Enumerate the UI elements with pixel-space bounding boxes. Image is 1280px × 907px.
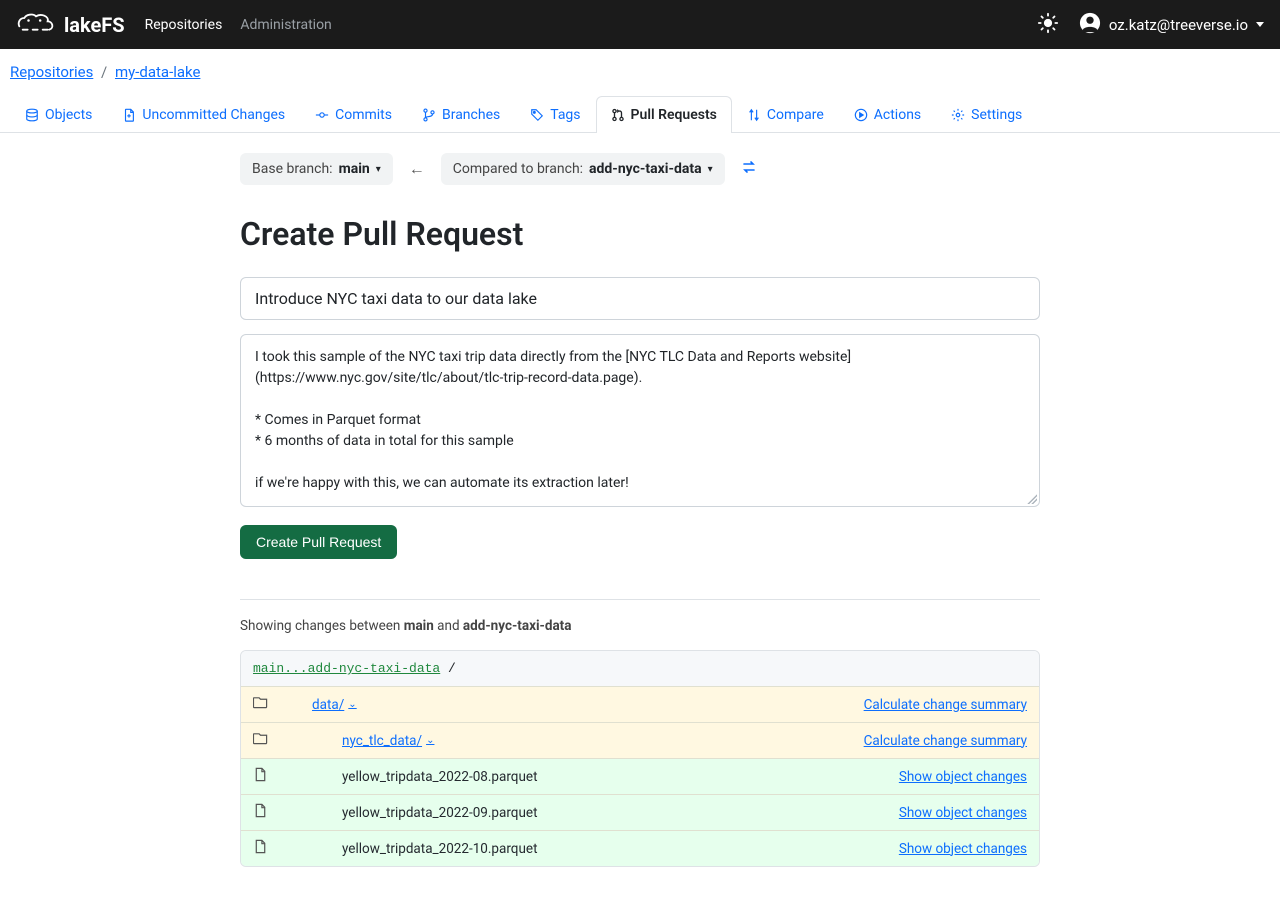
- nav-links: Repositories Administration: [145, 17, 332, 33]
- chevron-down-icon: ▾: [376, 164, 381, 175]
- diff-path-suffix: /: [440, 661, 456, 676]
- chevron-down-icon: ⌄: [426, 735, 434, 746]
- calculate-summary-link[interactable]: Calculate change summary: [864, 733, 1027, 749]
- breadcrumb-root[interactable]: Repositories: [10, 63, 93, 81]
- tab-objects[interactable]: Objects: [10, 96, 107, 133]
- tab-label: Compare: [767, 107, 824, 123]
- page-title: Create Pull Request: [240, 215, 1040, 253]
- pr-description-textarea[interactable]: I took this sample of the NYC taxi trip …: [240, 334, 1040, 507]
- diff-file-name: yellow_tripdata_2022-09.parquet: [342, 805, 538, 821]
- tab-commits[interactable]: Commits: [300, 96, 407, 133]
- diff-summary-and: and: [434, 618, 463, 634]
- diff-summary-base: main: [404, 618, 434, 634]
- nav-repositories[interactable]: Repositories: [145, 17, 223, 33]
- base-branch-value: main: [339, 161, 370, 177]
- navbar-right: oz.katz@treeverse.io: [1037, 12, 1264, 38]
- divider: [240, 599, 1040, 600]
- user-avatar-icon: [1079, 12, 1101, 38]
- diff-row-left: yellow_tripdata_2022-10.parquet: [253, 839, 538, 858]
- diff-file-row: yellow_tripdata_2022-09.parquet Show obje…: [241, 794, 1039, 830]
- diff-file-row: yellow_tripdata_2022-10.parquet Show obje…: [241, 830, 1039, 866]
- chevron-down-icon: ⌄: [348, 699, 356, 710]
- tab-label: Objects: [45, 107, 92, 123]
- diff-summary-compare: add-nyc-taxi-data: [463, 618, 572, 634]
- breadcrumb: Repositories / my-data-lake: [0, 49, 1280, 95]
- show-changes-link[interactable]: Show object changes: [899, 841, 1027, 857]
- pr-title-input[interactable]: Introduce NYC taxi data to our data lake: [240, 277, 1040, 320]
- folder-icon: [253, 695, 268, 714]
- diff-header: main...add-nyc-taxi-data /: [241, 651, 1039, 686]
- file-icon: [253, 803, 268, 822]
- tab-settings[interactable]: Settings: [936, 96, 1037, 133]
- arrow-left-icon: ←: [409, 159, 425, 179]
- diff-file-row: yellow_tripdata_2022-08.parquet Show obje…: [241, 758, 1039, 794]
- chevron-down-icon: ▾: [708, 164, 713, 175]
- breadcrumb-repo[interactable]: my-data-lake: [115, 63, 200, 81]
- tab-label: Settings: [971, 107, 1022, 123]
- diff-summary-prefix: Showing changes between: [240, 618, 404, 634]
- base-branch-selector[interactable]: Base branch: main ▾: [240, 153, 393, 185]
- tab-pull-requests[interactable]: Pull Requests: [596, 96, 732, 133]
- file-icon: [253, 767, 268, 786]
- breadcrumb-separator: /: [101, 63, 107, 81]
- diff-ref-link[interactable]: main...add-nyc-taxi-data: [253, 661, 440, 676]
- tab-label: Tags: [550, 107, 580, 123]
- diff-folder-row: data/⌄ Calculate change summary: [241, 686, 1039, 722]
- branch-selector-row: Base branch: main ▾ ← Compared to branch…: [240, 153, 1040, 185]
- navbar: lakeFS Repositories Administration oz.ka…: [0, 0, 1280, 49]
- navbar-left: lakeFS Repositories Administration: [16, 11, 332, 39]
- compare-branch-selector[interactable]: Compared to branch: add-nyc-taxi-data ▾: [441, 153, 725, 185]
- repo-tabs: Objects Uncommitted Changes Commits Bran…: [0, 95, 1280, 133]
- create-pr-button[interactable]: Create Pull Request: [240, 525, 397, 559]
- diff-folder-name[interactable]: nyc_tlc_data/⌄: [342, 733, 434, 749]
- chevron-down-icon: [1256, 22, 1264, 27]
- tab-label: Pull Requests: [631, 107, 717, 123]
- diff-row-left: data/⌄: [253, 695, 357, 714]
- tab-label: Uncommitted Changes: [142, 107, 285, 123]
- calculate-summary-link[interactable]: Calculate change summary: [864, 697, 1027, 713]
- diff-file-name: yellow_tripdata_2022-08.parquet: [342, 769, 538, 785]
- user-menu[interactable]: oz.katz@treeverse.io: [1079, 12, 1264, 38]
- tab-branches[interactable]: Branches: [407, 96, 515, 133]
- diff-row-left: yellow_tripdata_2022-08.parquet: [253, 767, 538, 786]
- theme-toggle-icon[interactable]: [1037, 12, 1059, 38]
- tab-compare[interactable]: Compare: [732, 96, 839, 133]
- compare-branch-value: add-nyc-taxi-data: [589, 161, 702, 177]
- diff-folder-name[interactable]: data/⌄: [312, 697, 357, 713]
- tab-label: Actions: [874, 107, 921, 123]
- main-container: Base branch: main ▾ ← Compared to branch…: [240, 133, 1040, 907]
- diff-file-name: yellow_tripdata_2022-10.parquet: [342, 841, 538, 857]
- swap-branches-icon[interactable]: [741, 159, 757, 179]
- diff-panel: main...add-nyc-taxi-data / data/⌄ Calcula…: [240, 650, 1040, 867]
- diff-row-left: nyc_tlc_data/⌄: [253, 731, 434, 750]
- nav-administration[interactable]: Administration: [240, 17, 331, 33]
- brand-text: lakeFS: [64, 13, 125, 37]
- user-email: oz.katz@treeverse.io: [1109, 16, 1248, 34]
- tab-actions[interactable]: Actions: [839, 96, 936, 133]
- folder-icon: [253, 731, 268, 750]
- file-icon: [253, 839, 268, 858]
- show-changes-link[interactable]: Show object changes: [899, 769, 1027, 785]
- logo[interactable]: lakeFS: [16, 11, 125, 39]
- compare-branch-label: Compared to branch:: [453, 161, 583, 177]
- base-branch-label: Base branch:: [252, 161, 333, 177]
- tab-label: Branches: [442, 107, 500, 123]
- show-changes-link[interactable]: Show object changes: [899, 805, 1027, 821]
- tab-tags[interactable]: Tags: [515, 96, 595, 133]
- diff-folder-row: nyc_tlc_data/⌄ Calculate change summary: [241, 722, 1039, 758]
- tab-uncommitted[interactable]: Uncommitted Changes: [107, 96, 300, 133]
- tab-label: Commits: [335, 107, 392, 123]
- diff-row-left: yellow_tripdata_2022-09.parquet: [253, 803, 538, 822]
- logo-icon: [16, 11, 56, 39]
- diff-summary: Showing changes between main and add-nyc…: [240, 618, 1040, 634]
